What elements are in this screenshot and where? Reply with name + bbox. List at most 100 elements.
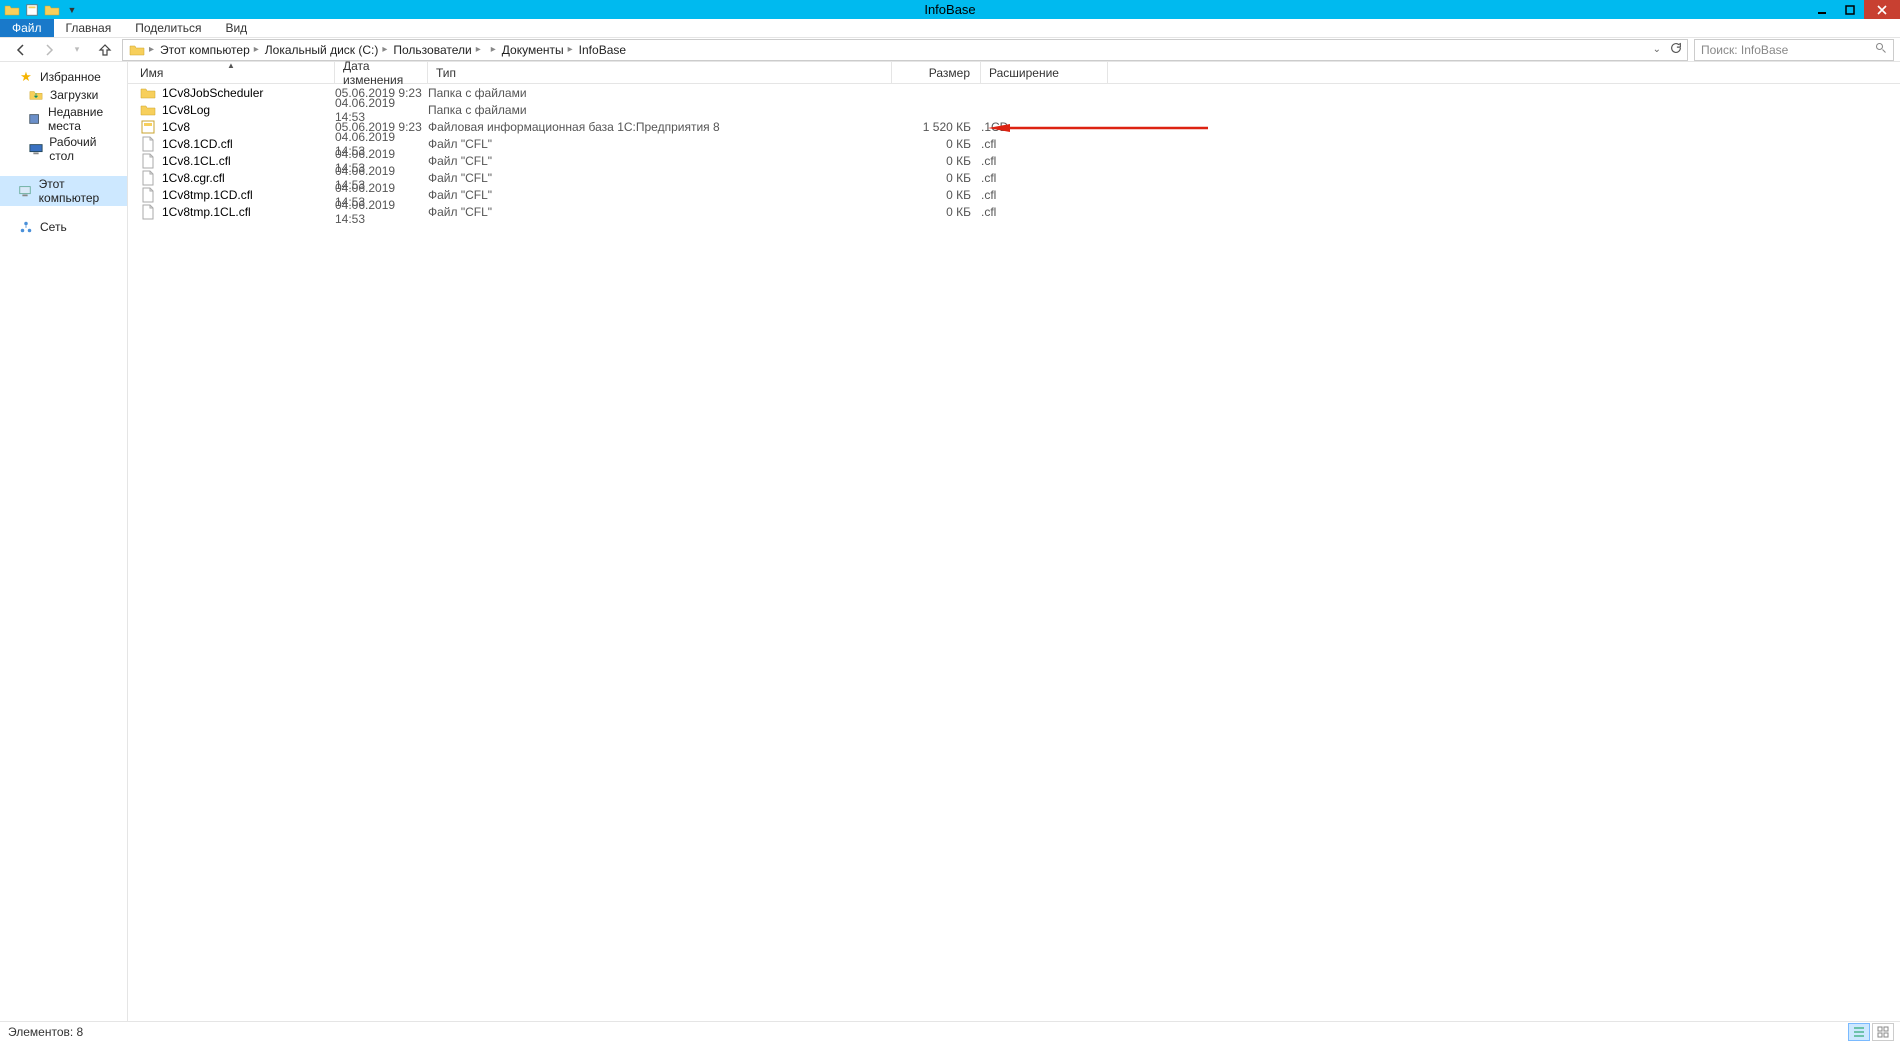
nav-this-pc[interactable]: Этот компьютер xyxy=(0,176,127,206)
file-row[interactable]: 1Cv8Log04.06.2019 14:53Папка с файлами xyxy=(128,101,1900,118)
file-ext: .1CD xyxy=(981,120,1108,134)
network-icon xyxy=(18,219,34,235)
history-dropdown-icon[interactable]: ⌄ xyxy=(1653,44,1661,55)
file-name: 1Cv8.1CL.cfl xyxy=(162,154,231,168)
folder2-icon[interactable] xyxy=(44,2,60,18)
chevron-right-icon[interactable]: ▸ xyxy=(382,44,387,55)
chevron-right-icon[interactable]: ▸ xyxy=(149,44,154,55)
ribbon: Файл Главная Поделиться Вид xyxy=(0,19,1900,38)
breadcrumb-item[interactable]: Локальный диск (C:)▸ xyxy=(263,43,390,57)
recent-icon xyxy=(28,111,42,127)
maximize-button[interactable] xyxy=(1836,0,1864,19)
chevron-right-icon[interactable]: ▸ xyxy=(254,44,259,55)
view-icons-button[interactable] xyxy=(1872,1023,1894,1041)
column-headers: Имя ▲ Дата изменения Тип Размер Расширен… xyxy=(128,62,1900,84)
database-icon xyxy=(140,119,156,135)
status-text: Элементов: 8 xyxy=(8,1025,83,1039)
file-type: Файл "CFL" xyxy=(428,154,892,168)
close-button[interactable] xyxy=(1864,0,1900,19)
ribbon-tab-home[interactable]: Главная xyxy=(54,19,124,37)
quick-access-toolbar: ▼ xyxy=(0,2,80,18)
nav-pane: ★ Избранное Загрузки Недавние места Рабо… xyxy=(0,62,128,1021)
file-type: Папка с файлами xyxy=(428,86,892,100)
main: ★ Избранное Загрузки Недавние места Рабо… xyxy=(0,62,1900,1021)
back-button[interactable] xyxy=(10,39,32,61)
navbar: ▾ ▸ Этот компьютер▸ Локальный диск (C:)▸… xyxy=(0,38,1900,62)
properties-icon[interactable] xyxy=(24,2,40,18)
file-type: Файл "CFL" xyxy=(428,171,892,185)
nav-network[interactable]: Сеть xyxy=(0,218,127,236)
file-size: 0 КБ xyxy=(892,171,981,185)
chevron-right-icon[interactable]: ▸ xyxy=(491,44,496,55)
file-name: 1Cv8 xyxy=(162,120,190,134)
view-details-button[interactable] xyxy=(1848,1023,1870,1041)
minimize-button[interactable] xyxy=(1808,0,1836,19)
file-ext: .cfl xyxy=(981,171,1108,185)
file-type: Файл "CFL" xyxy=(428,137,892,151)
desktop-icon xyxy=(28,141,43,157)
breadcrumb-item[interactable]: Пользователи▸ xyxy=(391,43,482,57)
file-name: 1Cv8tmp.1CL.cfl xyxy=(162,205,251,219)
file-ext: .cfl xyxy=(981,205,1108,219)
chevron-right-icon[interactable]: ▸ xyxy=(568,44,573,55)
nav-downloads[interactable]: Загрузки xyxy=(0,86,127,104)
breadcrumb-item[interactable]: Документы▸ xyxy=(500,43,575,57)
folder-icon xyxy=(140,85,156,101)
folder-icon xyxy=(140,102,156,118)
breadcrumb-item[interactable]: InfoBase xyxy=(577,43,628,57)
file-icon xyxy=(140,170,156,186)
sort-asc-icon: ▲ xyxy=(227,61,235,70)
forward-button[interactable] xyxy=(38,39,60,61)
window-title: InfoBase xyxy=(924,2,975,17)
nav-desktop[interactable]: Рабочий стол xyxy=(0,134,127,164)
search-field[interactable] xyxy=(1701,43,1887,57)
file-type: Файловая информационная база 1С:Предприя… xyxy=(428,120,892,134)
star-icon: ★ xyxy=(18,69,34,85)
file-type: Папка с файлами xyxy=(428,103,892,117)
file-area: Имя ▲ Дата изменения Тип Размер Расширен… xyxy=(128,62,1900,1021)
file-size: 1 520 КБ xyxy=(892,120,981,134)
file-icon xyxy=(140,204,156,220)
recent-dropdown-icon[interactable]: ▾ xyxy=(66,39,88,61)
ribbon-tab-view[interactable]: Вид xyxy=(213,19,259,37)
column-header-size[interactable]: Размер xyxy=(892,62,981,83)
up-button[interactable] xyxy=(94,39,116,61)
file-type: Файл "CFL" xyxy=(428,205,892,219)
column-header-name[interactable]: Имя ▲ xyxy=(128,62,335,83)
ribbon-tab-file[interactable]: Файл xyxy=(0,19,54,37)
file-size: 0 КБ xyxy=(892,154,981,168)
breadcrumb-item[interactable]: Этот компьютер▸ xyxy=(158,43,261,57)
computer-icon xyxy=(18,183,33,199)
column-header-type[interactable]: Тип xyxy=(428,62,892,83)
breadcrumb[interactable]: ▸ Этот компьютер▸ Локальный диск (C:)▸ П… xyxy=(122,39,1688,61)
file-name: 1Cv8tmp.1CD.cfl xyxy=(162,188,253,202)
file-name: 1Cv8.1CD.cfl xyxy=(162,137,233,151)
column-header-date[interactable]: Дата изменения xyxy=(335,62,428,83)
file-icon xyxy=(140,153,156,169)
file-icon xyxy=(140,136,156,152)
file-name: 1Cv8JobScheduler xyxy=(162,86,263,100)
download-icon xyxy=(28,87,44,103)
nav-favorites[interactable]: ★ Избранное xyxy=(0,68,127,86)
nav-recent[interactable]: Недавние места xyxy=(0,104,127,134)
search-input[interactable] xyxy=(1694,39,1894,61)
file-ext: .cfl xyxy=(981,154,1108,168)
chevron-right-icon[interactable]: ▸ xyxy=(476,44,481,55)
file-size: 0 КБ xyxy=(892,205,981,219)
file-name: 1Cv8.cgr.cfl xyxy=(162,171,225,185)
titlebar: ▼ InfoBase xyxy=(0,0,1900,19)
file-size: 0 КБ xyxy=(892,137,981,151)
qat-dropdown-icon[interactable]: ▼ xyxy=(64,2,80,18)
breadcrumb-root-icon[interactable]: ▸ xyxy=(127,42,156,58)
ribbon-tab-share[interactable]: Поделиться xyxy=(123,19,213,37)
file-icon xyxy=(140,187,156,203)
column-header-ext[interactable]: Расширение xyxy=(981,62,1108,83)
file-list: 1Cv8JobScheduler05.06.2019 9:23Папка с ф… xyxy=(128,84,1900,220)
folder-icon xyxy=(4,2,20,18)
breadcrumb-item[interactable]: ▸ xyxy=(485,44,498,55)
refresh-button[interactable] xyxy=(1669,41,1683,58)
status-bar: Элементов: 8 xyxy=(0,1021,1900,1042)
file-row[interactable]: 1Cv8tmp.1CL.cfl04.06.2019 14:53Файл "CFL… xyxy=(128,203,1900,220)
file-ext: .cfl xyxy=(981,137,1108,151)
search-icon xyxy=(1875,42,1887,57)
